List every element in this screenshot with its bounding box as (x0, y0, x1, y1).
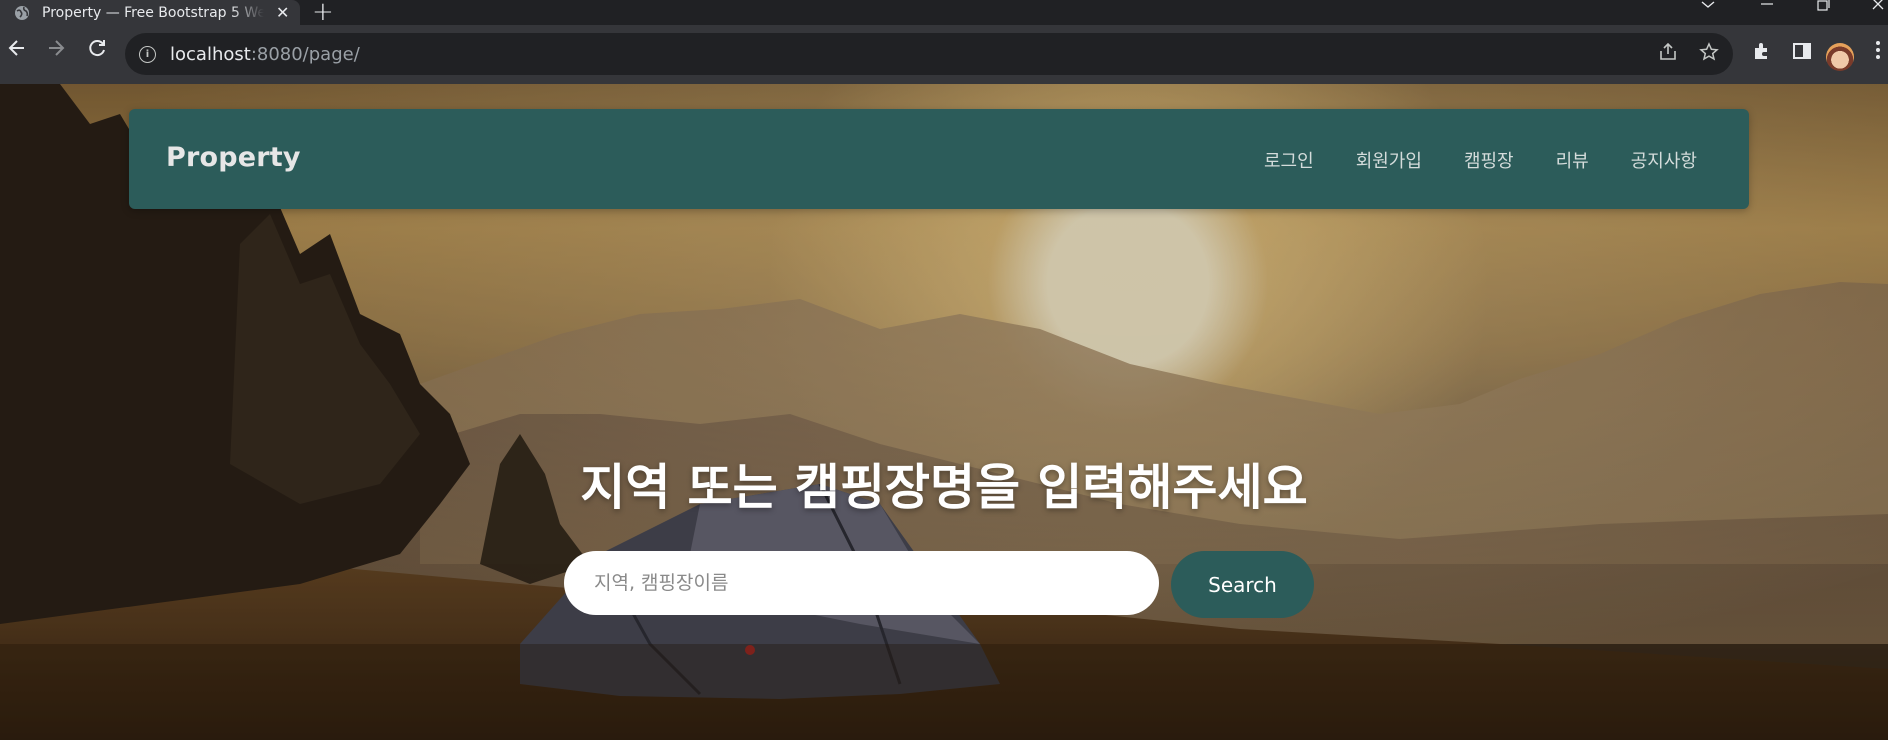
nav-item-notices[interactable]: 공지사항 (1631, 147, 1697, 173)
profile-avatar[interactable] (1826, 43, 1854, 71)
kebab-menu-icon[interactable] (1875, 39, 1881, 67)
nav-item-signup[interactable]: 회원가입 (1356, 147, 1422, 173)
nav-item-login[interactable]: 로그인 (1264, 147, 1314, 173)
nav-menu: 로그인 회원가입 캠핑장 리뷰 공지사항 (1264, 147, 1697, 173)
restore-icon[interactable] (1815, 0, 1831, 18)
back-arrow-icon[interactable] (6, 37, 28, 65)
plus-icon[interactable]: + (312, 0, 334, 27)
url-text: localhost:8080/page/ (170, 43, 360, 65)
forward-arrow-icon[interactable] (45, 37, 67, 65)
search-button[interactable]: Search (1171, 551, 1314, 618)
minimize-icon[interactable] (1759, 0, 1775, 18)
browser-toolbar: i localhost:8080/page/ (0, 25, 1888, 84)
address-bar[interactable]: i localhost:8080/page/ (125, 33, 1733, 75)
search-input[interactable] (564, 551, 1159, 615)
extensions-icon[interactable] (1751, 41, 1771, 66)
side-panel-icon[interactable] (1792, 41, 1812, 66)
globe-icon (14, 5, 30, 21)
star-icon[interactable] (1699, 42, 1719, 67)
site-navbar: Property 로그인 회원가입 캠핑장 리뷰 공지사항 (129, 109, 1749, 209)
window-close-icon[interactable] (1870, 0, 1886, 18)
share-icon[interactable] (1658, 42, 1678, 67)
nav-item-campsites[interactable]: 캠핑장 (1464, 147, 1514, 173)
chevron-down-icon[interactable] (1700, 0, 1716, 18)
close-icon[interactable]: ✕ (276, 3, 289, 22)
tab-title: Property — Free Bootstrap 5 Website Temp… (42, 4, 264, 21)
info-icon[interactable]: i (139, 45, 156, 63)
hero-title: 지역 또는 캠핑장명을 입력해주세요 (580, 459, 1308, 516)
nav-item-reviews[interactable]: 리뷰 (1556, 147, 1589, 173)
browser-tab-strip: Property — Free Bootstrap 5 Website Temp… (0, 0, 1888, 27)
browser-tab[interactable]: Property — Free Bootstrap 5 Website Temp… (0, 0, 300, 25)
brand-logo[interactable]: Property (166, 142, 301, 173)
hero-section: Property 로그인 회원가입 캠핑장 리뷰 공지사항 지역 또는 캠핑장명… (0, 84, 1888, 740)
reload-icon[interactable] (86, 37, 108, 65)
